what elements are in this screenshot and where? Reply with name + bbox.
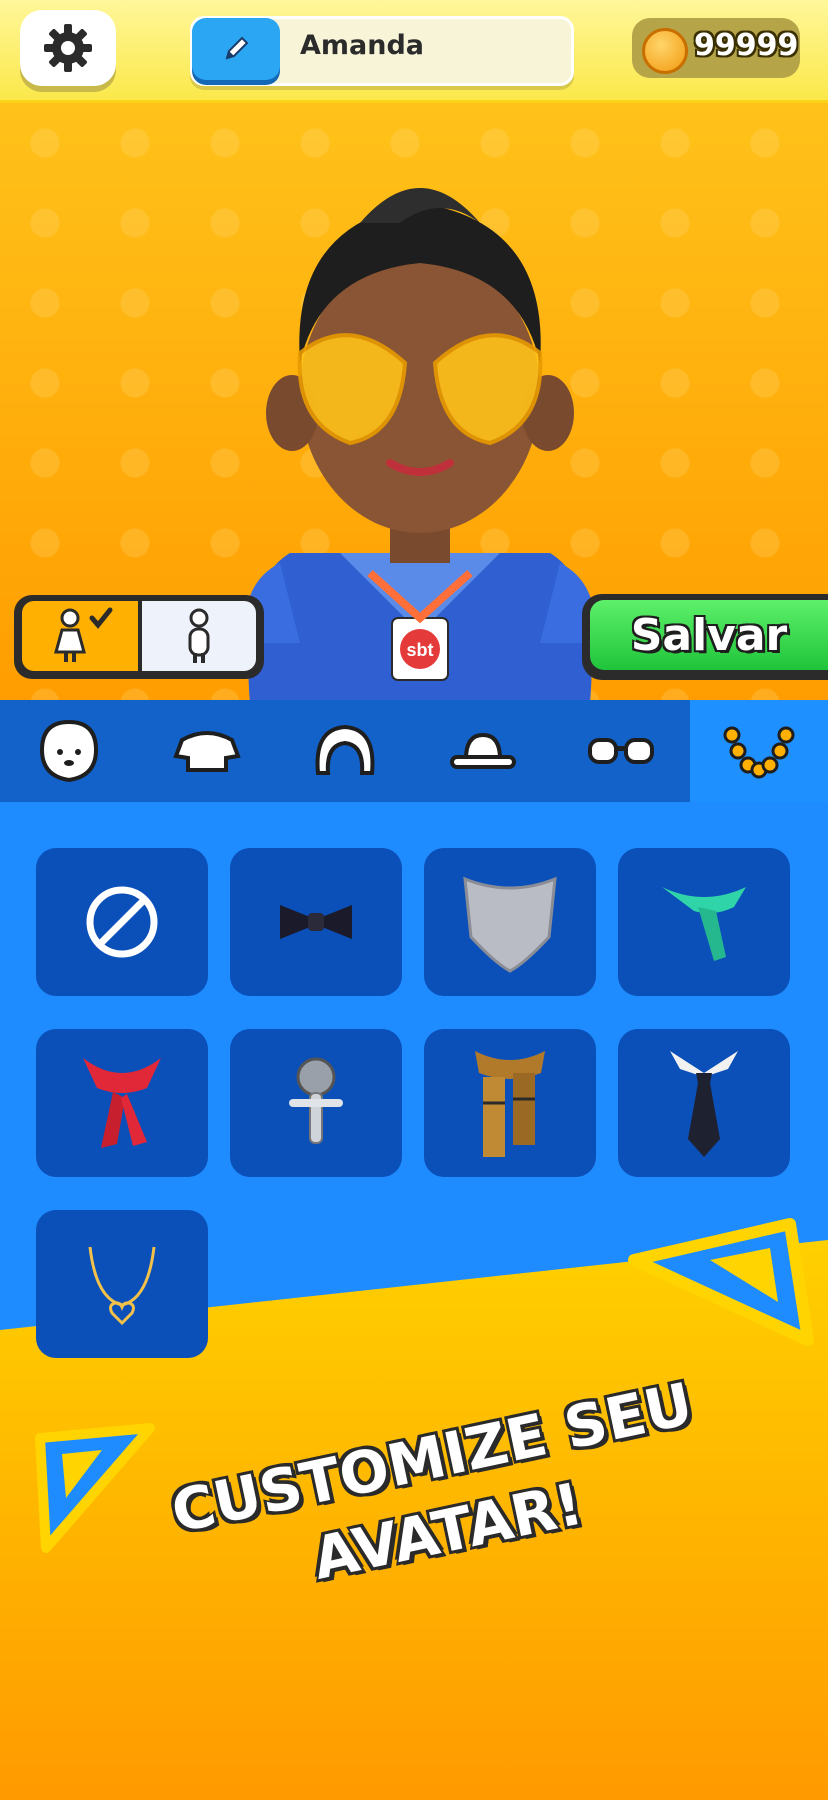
tab-shirt[interactable]	[138, 700, 276, 802]
settings-button[interactable]	[20, 10, 116, 86]
hat-icon	[450, 732, 516, 769]
gender-male-option[interactable]	[142, 601, 256, 671]
plaid-scarf-icon	[475, 1051, 545, 1157]
hair-icon	[315, 724, 375, 775]
edit-name-button[interactable]	[192, 18, 280, 80]
face-icon	[39, 719, 99, 783]
red-scarf-icon	[83, 1058, 161, 1148]
gear-icon	[44, 24, 92, 72]
pencil-icon	[225, 36, 249, 60]
item-heart-necklace[interactable]	[36, 1210, 208, 1358]
glasses-icon	[588, 738, 654, 764]
male-figure-icon	[188, 608, 210, 663]
shirt-icon	[173, 731, 241, 772]
player-name: Amanda	[300, 30, 425, 61]
item-none[interactable]	[36, 848, 208, 996]
item-microphone[interactable]	[230, 1029, 402, 1177]
coin-icon	[642, 28, 688, 74]
save-button[interactable]: Salvar	[590, 600, 828, 670]
necklace-icon	[723, 726, 795, 779]
checkmark-icon	[89, 607, 113, 629]
necktie-icon	[670, 1051, 738, 1157]
gender-female-option[interactable]	[22, 601, 138, 671]
none-icon	[86, 886, 158, 958]
item-plaid-scarf[interactable]	[424, 1029, 596, 1177]
item-red-scarf[interactable]	[36, 1029, 208, 1177]
knit-scarf-icon	[463, 876, 557, 973]
female-figure-icon	[54, 607, 113, 662]
microphone-icon	[289, 1057, 343, 1144]
heart-necklace-icon	[88, 1246, 156, 1326]
decorative-triangle-right	[628, 1218, 814, 1346]
coin-amount: 99999	[694, 28, 799, 63]
item-bowtie[interactable]	[230, 848, 402, 996]
tab-hair[interactable]	[276, 700, 414, 802]
bowtie-icon	[280, 905, 352, 939]
item-green-scarf[interactable]	[618, 848, 790, 996]
green-scarf-icon	[662, 887, 746, 961]
badge-text: sbt	[407, 640, 434, 660]
avatar-preview: sbt	[244, 188, 596, 700]
tab-accessories[interactable]	[690, 700, 828, 802]
item-necktie[interactable]	[618, 1029, 790, 1177]
tab-face[interactable]	[0, 700, 138, 802]
item-knit-scarf[interactable]	[424, 848, 596, 996]
save-button-label: Salvar	[630, 609, 788, 661]
tab-hat[interactable]	[414, 700, 552, 802]
tab-glasses[interactable]	[552, 700, 690, 802]
